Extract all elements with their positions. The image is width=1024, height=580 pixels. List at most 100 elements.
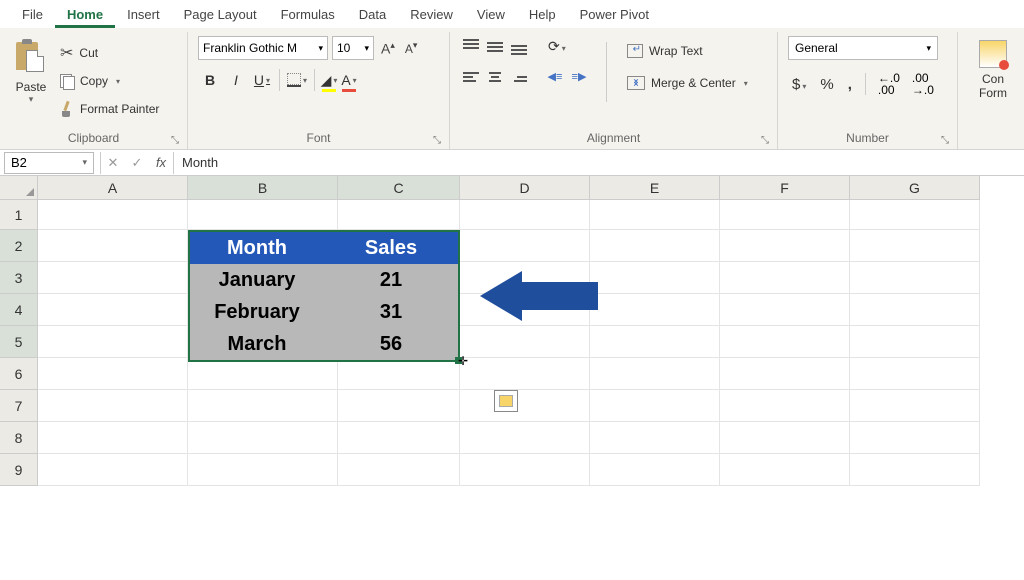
menu-page-layout[interactable]: Page Layout [172,3,269,28]
formula-input[interactable]: Month [174,155,1024,170]
cell[interactable] [720,262,850,294]
cell[interactable] [460,390,590,422]
menu-home[interactable]: Home [55,3,115,28]
cell[interactable] [38,358,188,390]
row-header-8[interactable]: 8 [0,422,38,454]
font-dialog-launcher[interactable]: ⤡ [433,135,445,147]
cut-button[interactable]: ✂ Cut [60,42,159,64]
selected-range[interactable]: Month Sales January 21 February 31 March… [188,230,460,362]
cell[interactable] [590,230,720,262]
copy-button[interactable]: Copy ▾ [60,70,159,92]
col-header-B[interactable]: B [188,176,338,200]
font-color-button[interactable]: A [340,68,358,92]
cell[interactable] [850,326,980,358]
cell[interactable] [720,294,850,326]
col-header-G[interactable]: G [850,176,980,200]
bold-button[interactable]: B [198,68,222,92]
cell[interactable] [460,454,590,486]
merge-center-button[interactable]: Merge & Center ▾ [623,70,752,96]
cell[interactable] [720,326,850,358]
menu-formulas[interactable]: Formulas [269,3,347,28]
row-header-6[interactable]: 6 [0,358,38,390]
cell[interactable] [720,454,850,486]
cell[interactable] [188,358,338,390]
cell[interactable] [460,230,590,262]
cancel-formula-button[interactable]: ✕ [101,155,125,171]
cell[interactable] [850,422,980,454]
cell[interactable] [38,390,188,422]
cell[interactable] [338,390,460,422]
cell[interactable] [720,230,850,262]
conditional-formatting-button[interactable]: Con Form [968,36,1018,100]
cell[interactable] [38,454,188,486]
cell[interactable] [188,390,338,422]
cell[interactable] [38,294,188,326]
col-header-C[interactable]: C [338,176,460,200]
font-name-select[interactable]: Franklin Gothic M ▾ [198,36,328,60]
borders-button[interactable] [285,68,309,92]
cell[interactable] [590,294,720,326]
cell[interactable] [850,230,980,262]
decrease-indent-button[interactable]: ◀≡ [544,65,566,87]
paste-button[interactable]: Paste ▾ [10,36,52,129]
cell[interactable] [38,422,188,454]
decrease-decimal-button[interactable]: .00→.0 [909,70,937,98]
cell[interactable] [590,358,720,390]
cell[interactable] [338,200,460,230]
cell[interactable] [460,358,590,390]
row-header-9[interactable]: 9 [0,454,38,486]
cell[interactable] [188,454,338,486]
wrap-text-button[interactable]: Wrap Text [623,38,752,64]
cell[interactable] [38,200,188,230]
alignment-dialog-launcher[interactable]: ⤡ [761,135,773,147]
cell[interactable] [38,326,188,358]
align-left-button[interactable] [460,66,482,88]
cell[interactable] [590,200,720,230]
cell[interactable] [850,454,980,486]
comma-format-button[interactable]: , [844,74,856,95]
row-header-1[interactable]: 1 [0,200,38,230]
paste-options-button[interactable] [494,390,518,412]
accounting-format-button[interactable]: $▾ [788,74,810,95]
align-top-button[interactable] [460,36,482,58]
cell[interactable] [720,358,850,390]
cell[interactable] [338,454,460,486]
cell[interactable] [38,230,188,262]
enter-formula-button[interactable]: ✓ [125,155,149,171]
percent-format-button[interactable]: % [816,74,837,95]
cell[interactable] [590,422,720,454]
increase-indent-button[interactable]: ≡▶ [568,65,590,87]
cell[interactable] [188,422,338,454]
decrease-font-size-button[interactable]: A▾ [402,38,421,58]
row-header-7[interactable]: 7 [0,390,38,422]
row-header-2[interactable]: 2 [0,230,38,262]
menu-help[interactable]: Help [517,3,568,28]
cell[interactable] [590,390,720,422]
cell[interactable] [720,390,850,422]
row-header-4[interactable]: 4 [0,294,38,326]
col-header-F[interactable]: F [720,176,850,200]
cell[interactable] [38,262,188,294]
cell[interactable] [720,422,850,454]
align-center-button[interactable] [484,66,506,88]
increase-font-size-button[interactable]: A▴ [378,38,398,59]
menu-data[interactable]: Data [347,3,398,28]
cell[interactable] [850,294,980,326]
cell[interactable] [188,200,338,230]
fill-color-button[interactable]: ◢ [320,68,338,92]
align-bottom-button[interactable] [508,36,530,58]
menu-insert[interactable]: Insert [115,3,172,28]
cell[interactable] [590,454,720,486]
cell[interactable] [850,390,980,422]
orientation-button[interactable]: ⟳▾ [544,36,590,57]
number-format-select[interactable]: General ▾ [788,36,938,60]
row-header-5[interactable]: 5 [0,326,38,358]
align-middle-button[interactable] [484,36,506,58]
cell[interactable] [850,200,980,230]
increase-decimal-button[interactable]: ←.0.00 [875,70,903,98]
cell[interactable] [460,422,590,454]
cell[interactable] [850,358,980,390]
name-box[interactable]: B2 ▾ [4,152,94,174]
col-header-A[interactable]: A [38,176,188,200]
insert-function-button[interactable]: fx [149,155,173,170]
